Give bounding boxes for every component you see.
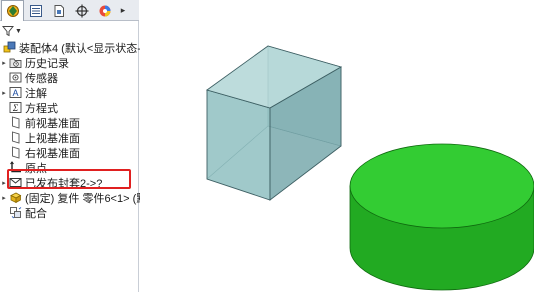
plane-icon (8, 146, 22, 160)
filter-icon (2, 26, 14, 37)
tab-display-manager[interactable] (93, 0, 116, 20)
history-folder-icon (8, 56, 22, 70)
tab-feature-manager[interactable] (1, 0, 24, 21)
cylinder-top-face (349, 143, 534, 229)
tree-item-sensors[interactable]: 传感器 (8, 70, 58, 85)
tab-configuration-manager[interactable] (47, 0, 70, 20)
more-tabs-chevron-icon[interactable]: ▸ (116, 0, 130, 20)
tree-item-top-plane[interactable]: 上视基准面 (8, 130, 80, 145)
tree-item-equations[interactable]: Σ 方程式 (8, 100, 58, 115)
part-icon (8, 191, 22, 205)
configuration-manager-icon (54, 4, 64, 17)
tree-item-label: 上视基准面 (25, 132, 80, 145)
tree-root-label: 装配体4 (默认<显示状态-1>) (19, 42, 158, 55)
plane-icon (8, 116, 22, 130)
transparent-cube[interactable] (205, 45, 343, 201)
plane-icon (8, 131, 22, 145)
tab-property-manager[interactable] (24, 0, 47, 20)
expand-arrow-icon[interactable]: ▸ (0, 55, 8, 70)
tree-root-assembly[interactable]: 装配体4 (默认<显示状态-1>) (2, 40, 157, 55)
manager-tabs: ▸ (0, 0, 139, 21)
tree-item-history[interactable]: ▸ 历史记录 (0, 55, 69, 70)
annotation-icon: A (8, 86, 22, 100)
filter-dropdown-icon: ▼ (15, 27, 22, 35)
callout-highlight-box (7, 169, 131, 189)
tree-item-label: 传感器 (25, 72, 58, 85)
crosshair-icon (75, 4, 88, 17)
graphics-area[interactable] (140, 0, 534, 292)
tree-item-annotations[interactable]: ▸ A 注解 (0, 85, 47, 100)
tab-dimxpert-manager[interactable] (70, 0, 93, 20)
tree-item-label: 历史记录 (25, 57, 69, 70)
cube-front-face (206, 89, 271, 201)
svg-text:Σ: Σ (11, 103, 18, 113)
tree-item-label: (固定) 复件 零件6<1> (默认 (25, 192, 159, 205)
tree-item-right-plane[interactable]: 右视基准面 (8, 145, 80, 160)
svg-text:A: A (12, 88, 18, 98)
tree-item-label: 注解 (25, 87, 47, 100)
expand-arrow-icon[interactable]: ▸ (0, 190, 8, 205)
tree-item-front-plane[interactable]: 前视基准面 (8, 115, 80, 130)
tree-item-part-copy[interactable]: ▸ (固定) 复件 零件6<1> (默认 (0, 190, 158, 205)
mates-icon (8, 206, 22, 220)
tree-item-label: 前视基准面 (25, 117, 80, 130)
feature-manager-panel: ▸ ▼ 装配体4 (默认<显示状态-1>) ▸ 历史记录 传感器 ▸ A 注解 … (0, 0, 158, 292)
feature-manager-icon (6, 5, 19, 17)
tree-item-label: 方程式 (25, 102, 58, 115)
display-manager-icon (99, 5, 110, 16)
expand-arrow-icon[interactable]: ▸ (0, 85, 8, 100)
assembly-icon (2, 41, 16, 55)
tree-filter-button[interactable]: ▼ (2, 23, 22, 39)
property-manager-icon (29, 4, 42, 17)
tree-item-mates[interactable]: 配合 (8, 205, 47, 220)
tree-item-label: 配合 (25, 207, 47, 220)
green-cylinder[interactable] (349, 143, 534, 291)
3d-scene (205, 45, 534, 291)
tree-item-label: 右视基准面 (25, 147, 80, 160)
equation-icon: Σ (8, 101, 22, 115)
sensor-icon (8, 71, 22, 85)
